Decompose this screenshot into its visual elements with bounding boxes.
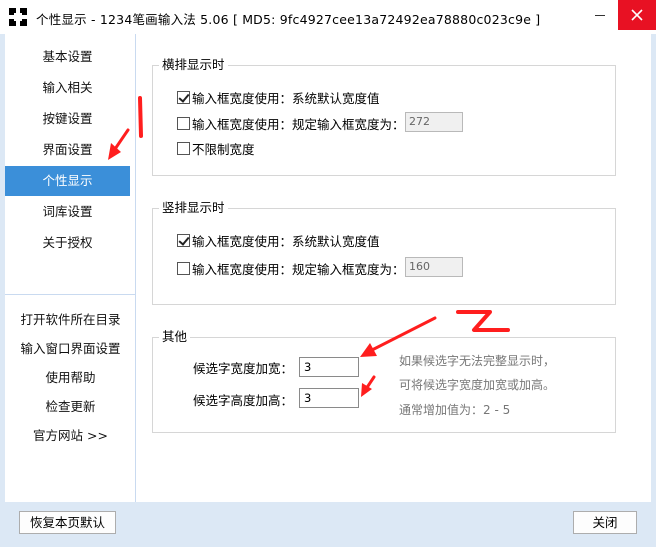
minimize-button[interactable] xyxy=(582,0,618,30)
horizontal-custom-width-label: 输入框宽度使用：规定输入框宽度为： xyxy=(192,116,405,132)
minimize-icon xyxy=(595,14,605,16)
horizontal-custom-width-option[interactable]: 输入框宽度使用：规定输入框宽度为： xyxy=(177,114,405,132)
vertical-group-title: 竖排显示时 xyxy=(159,200,228,216)
title-bar: 个性显示 - 1234笔画输入法 5.06 [ MD5: 9fc4927cee1… xyxy=(0,0,656,34)
check-update-link[interactable]: 检查更新 xyxy=(5,392,136,421)
vertical-display-group: 竖排显示时 输入框宽度使用：系统默认宽度值 输入框宽度使用：规定输入框宽度为： … xyxy=(152,200,616,305)
horizontal-custom-width-input[interactable]: 272 xyxy=(405,112,463,132)
footer-bar: 恢复本页默认 关闭 xyxy=(5,502,651,547)
horizontal-default-width-checkbox[interactable] xyxy=(177,90,190,104)
horizontal-default-width-label: 输入框宽度使用：系统默认宽度值 xyxy=(192,90,380,106)
official-site-link[interactable]: 官方网站 >> xyxy=(5,421,136,450)
vertical-default-width-checkbox[interactable] xyxy=(177,233,190,247)
vertical-custom-width-checkbox[interactable] xyxy=(177,261,190,275)
close-icon xyxy=(631,9,643,21)
close-button[interactable]: 关闭 xyxy=(573,511,637,534)
horizontal-group-title: 横排显示时 xyxy=(159,57,228,73)
app-logo-icon xyxy=(9,8,27,26)
hint-line-3: 通常增加值为：2 - 5 xyxy=(399,403,511,417)
hint-line-2: 可将候选字宽度加宽或加高。 xyxy=(399,378,556,392)
open-install-dir-link[interactable]: 打开软件所在目录 xyxy=(5,305,136,334)
sidebar-item-personal-display[interactable]: 个性显示 xyxy=(5,166,130,196)
horizontal-custom-width-checkbox[interactable] xyxy=(177,116,190,130)
frame-border-right xyxy=(651,34,656,547)
hint-line-1: 如果候选字无法完整显示时， xyxy=(399,354,556,368)
window-title: 个性显示 - 1234笔画输入法 5.06 [ MD5: 9fc4927cee1… xyxy=(36,12,541,27)
horizontal-unlimited-option[interactable]: 不限制宽度 xyxy=(177,139,255,157)
annotation-mark-2 xyxy=(456,310,510,332)
reset-defaults-button[interactable]: 恢复本页默认 xyxy=(19,511,116,534)
input-window-settings-link[interactable]: 输入窗口界面设置 xyxy=(5,334,136,363)
vertical-custom-width-input[interactable]: 160 xyxy=(405,257,463,277)
sidebar-item-basic[interactable]: 基本设置 xyxy=(5,42,130,72)
horizontal-unlimited-checkbox[interactable] xyxy=(177,141,190,155)
other-group-title: 其他 xyxy=(159,329,191,345)
annotation-mark-1 xyxy=(138,96,143,138)
sidebar-divider xyxy=(5,294,136,295)
vertical-custom-width-label: 输入框宽度使用：规定输入框宽度为： xyxy=(192,261,405,277)
help-link[interactable]: 使用帮助 xyxy=(5,363,136,392)
close-window-button[interactable] xyxy=(618,0,656,30)
vertical-custom-width-option[interactable]: 输入框宽度使用：规定输入框宽度为： xyxy=(177,259,405,277)
candidate-width-input[interactable]: 3 xyxy=(299,357,359,377)
sidebar-item-license[interactable]: 关于授权 xyxy=(5,228,130,258)
horizontal-unlimited-label: 不限制宽度 xyxy=(192,141,255,157)
vertical-default-width-label: 输入框宽度使用：系统默认宽度值 xyxy=(192,233,380,249)
sidebar-item-input[interactable]: 输入相关 xyxy=(5,73,130,103)
sidebar-item-interface[interactable]: 界面设置 xyxy=(5,135,130,165)
candidate-height-label: 候选字高度加高： xyxy=(193,393,294,408)
sidebar-item-dictionary[interactable]: 词库设置 xyxy=(5,197,130,227)
vertical-default-width-option[interactable]: 输入框宽度使用：系统默认宽度值 xyxy=(177,231,380,249)
sidebar-item-keys[interactable]: 按键设置 xyxy=(5,104,130,134)
candidate-height-input[interactable]: 3 xyxy=(299,388,359,408)
horizontal-display-group: 横排显示时 输入框宽度使用：系统默认宽度值 输入框宽度使用：规定输入框宽度为： … xyxy=(152,57,616,176)
sidebar: 基本设置 输入相关 按键设置 界面设置 个性显示 词库设置 关于授权 打开软件所… xyxy=(5,34,136,502)
candidate-width-label: 候选字宽度加宽： xyxy=(193,361,294,376)
other-settings-group: 其他 候选字宽度加宽： 3 候选字高度加高： 3 如果候选字无法完整显示时， 可… xyxy=(152,329,616,433)
horizontal-default-width-option[interactable]: 输入框宽度使用：系统默认宽度值 xyxy=(177,88,380,106)
